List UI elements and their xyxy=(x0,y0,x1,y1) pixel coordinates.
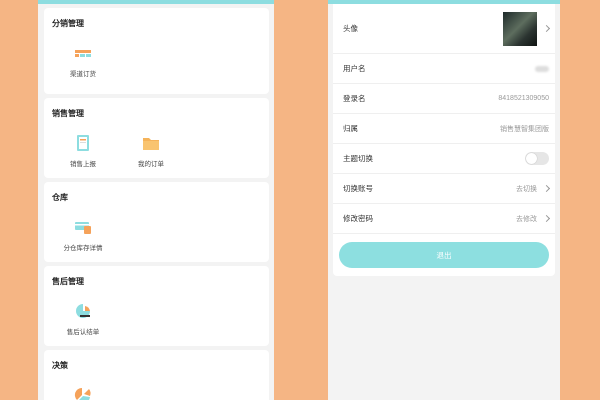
menu-item-my-orders[interactable]: 我的订单 xyxy=(128,134,174,168)
warehouse-icon xyxy=(74,218,92,236)
pie-chart-icon xyxy=(74,386,92,400)
after-sales-icon xyxy=(74,302,92,320)
section-title: 分销管理 xyxy=(52,19,84,28)
switch-account-row[interactable]: 切换账号 去切换 xyxy=(333,174,555,204)
section-distribution: 分销管理 渠道订货 xyxy=(44,8,269,94)
channel-order-icon xyxy=(74,44,92,62)
menu-item-label: 销售上报 xyxy=(70,161,96,168)
menu-item-decision[interactable] xyxy=(60,386,106,400)
left-phone-screen: 分销管理 渠道订货 销售管理 销售上报 我的订单 仓库 分仓库存详情 售后管理 … xyxy=(38,0,274,400)
section-decision: 决策 xyxy=(44,350,269,400)
menu-item-sales-report[interactable]: 销售上报 xyxy=(60,134,106,168)
theme-toggle[interactable] xyxy=(525,152,549,165)
section-title: 仓库 xyxy=(52,193,68,202)
menu-item-channel-order[interactable]: 渠道订货 xyxy=(60,44,106,78)
section-title: 销售管理 xyxy=(52,109,84,118)
top-bar xyxy=(38,0,274,4)
belong-row: 归属 销售慧智集团版 xyxy=(333,114,555,144)
theme-switch-label: 主题切换 xyxy=(343,154,373,163)
section-after-sales: 售后管理 售后认结单 xyxy=(44,266,269,346)
section-title: 决策 xyxy=(52,361,68,370)
folder-icon xyxy=(142,134,160,152)
logout-button[interactable]: 退出 xyxy=(339,242,549,268)
menu-item-label: 渠道订货 xyxy=(70,71,96,78)
avatar-label: 头像 xyxy=(343,24,358,33)
menu-item-after-sales[interactable]: 售后认结单 xyxy=(60,302,106,336)
section-sales: 销售管理 销售上报 我的订单 xyxy=(44,98,269,178)
login-name-row: 登录名 8418521309050 xyxy=(333,84,555,114)
username-value-redacted xyxy=(535,65,549,72)
chevron-right-icon xyxy=(542,24,551,33)
switch-account-value: 去切换 xyxy=(516,185,537,193)
change-password-value: 去修改 xyxy=(516,215,537,223)
username-label: 用户名 xyxy=(343,64,366,73)
avatar xyxy=(503,11,537,46)
change-password-label: 修改密码 xyxy=(343,214,373,223)
menu-item-label: 我的订单 xyxy=(138,161,164,168)
sales-report-icon xyxy=(74,134,92,152)
username-row: 用户名 xyxy=(333,54,555,84)
section-warehouse: 仓库 分仓库存详情 xyxy=(44,182,269,262)
chevron-right-icon xyxy=(542,184,551,193)
switch-account-label: 切换账号 xyxy=(343,184,373,193)
belong-value: 销售慧智集团版 xyxy=(500,125,549,133)
menu-item-warehouse-detail[interactable]: 分仓库存详情 xyxy=(60,218,106,252)
theme-switch-row: 主题切换 xyxy=(333,144,555,174)
right-phone-screen: 头像 用户名 登录名 8418521309050 归属 销售慧智集团版 主题切换… xyxy=(328,0,560,400)
avatar-row[interactable]: 头像 xyxy=(333,4,555,54)
menu-item-label: 分仓库存详情 xyxy=(63,245,103,252)
profile-card: 头像 用户名 登录名 8418521309050 归属 销售慧智集团版 主题切换… xyxy=(333,4,555,276)
change-password-row[interactable]: 修改密码 去修改 xyxy=(333,204,555,234)
login-name-label: 登录名 xyxy=(343,94,366,103)
chevron-right-icon xyxy=(542,214,551,223)
section-title: 售后管理 xyxy=(52,277,84,286)
login-name-value: 8418521309050 xyxy=(498,95,549,102)
belong-label: 归属 xyxy=(343,124,358,133)
menu-item-label: 售后认结单 xyxy=(66,329,100,336)
